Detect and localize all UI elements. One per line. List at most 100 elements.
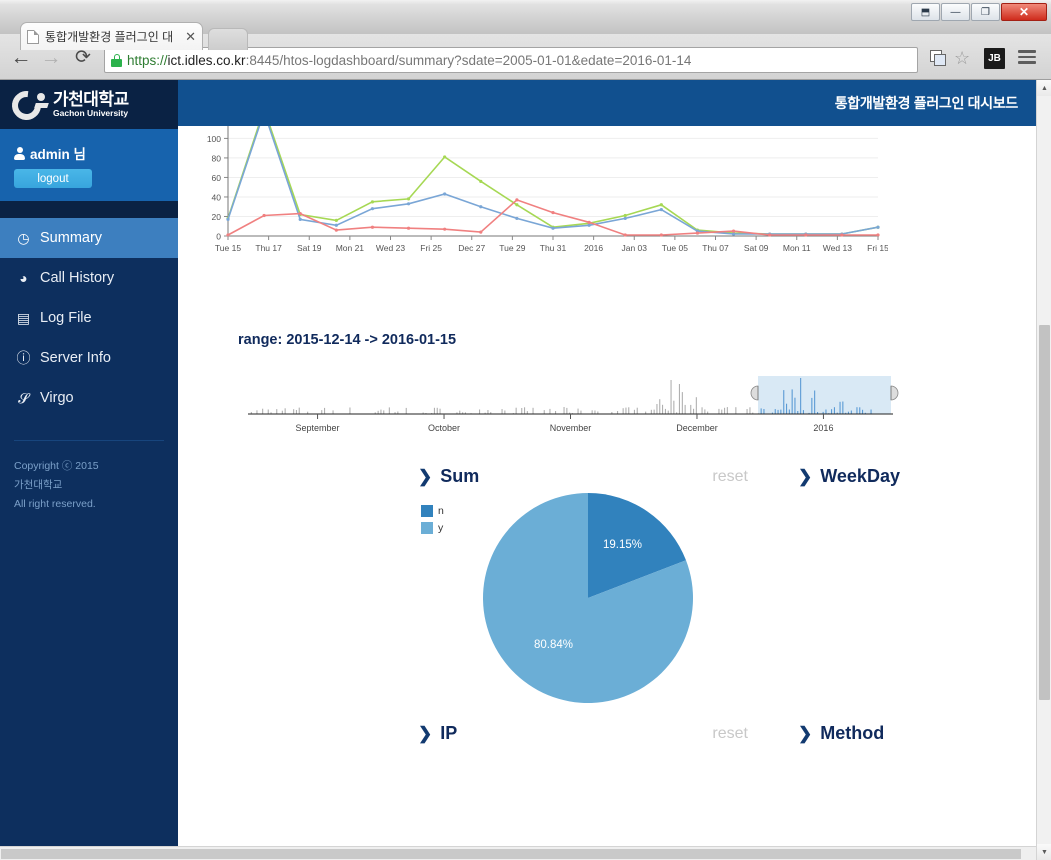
daily-line-chart[interactable]: 0 20 40 60 80 100 Tue 15 Thu 17 Sat 19 Mon 21 Wed … [188, 126, 1036, 261]
svg-text:October: October [428, 423, 460, 433]
chevron-right-icon: ❯ [418, 467, 433, 486]
extension-icon[interactable]: JB [984, 48, 1005, 69]
browser-tab[interactable]: 통합개발환경 플러그인 대 ✕ [20, 22, 203, 50]
svg-text:80: 80 [212, 153, 222, 163]
range-label: range: 2015-12-14 -> 2016-01-15 [238, 332, 457, 348]
ip-title: IP [440, 723, 458, 743]
logout-button[interactable]: logout [14, 169, 92, 188]
svg-text:2016: 2016 [813, 423, 833, 433]
tab-close-icon[interactable]: ✕ [185, 30, 196, 43]
brand-logo[interactable]: 가천대학교 Gachon University [0, 80, 178, 129]
tab-title: 통합개발환경 플러그인 대 [45, 29, 174, 44]
scroll-down-icon[interactable]: ▼ [1037, 844, 1051, 860]
method-title: Method [820, 723, 885, 743]
gachon-logo-icon [6, 84, 49, 126]
svg-text:Dec 27: Dec 27 [458, 243, 485, 253]
menu-icon[interactable] [1018, 50, 1036, 67]
page-favicon-icon [27, 29, 39, 44]
window-minimize-button[interactable]: — [941, 3, 970, 21]
ip-panel: ❯ IP reset [418, 723, 748, 744]
timeline-brush[interactable]: September October November December 2016 [228, 374, 908, 449]
method-panel: ❯ Method reset [798, 723, 1036, 744]
svg-text:100: 100 [207, 134, 221, 144]
svg-text:Wed 13: Wed 13 [823, 243, 852, 253]
copyright-line-3: All right reserved. [14, 498, 96, 510]
legend-item[interactable]: n [421, 502, 444, 519]
page-header: 통합개발환경 플러그인 대시보드 [178, 80, 1036, 126]
sidebar-item-server-info[interactable]: ⓘ Server Info [0, 338, 178, 378]
sidebar-spacer [0, 201, 178, 218]
legend-item[interactable]: y [421, 519, 444, 536]
sidebar-item-summary[interactable]: ◷ Summary [0, 218, 178, 258]
copyright-line-1: Copyright ⓒ 2015 [14, 460, 99, 472]
window-controls: ⬒ — ❐ ✕ [911, 3, 1047, 21]
sum-header: ❯ Sum reset [418, 466, 748, 487]
url-scheme: https:// [127, 52, 168, 68]
weekday-title: WeekDay [820, 466, 900, 486]
svg-text:Sat 19: Sat 19 [297, 243, 322, 253]
info-icon: ⓘ [16, 350, 31, 366]
svg-text:80.84%: 80.84% [534, 639, 573, 651]
lock-icon [111, 53, 122, 67]
vertical-scrollbar-thumb[interactable] [1039, 325, 1050, 700]
logo-english-text: Gachon University [53, 107, 129, 118]
copyright-line-2: 가천대학교 [14, 479, 63, 491]
horizontal-scrollbar-thumb[interactable] [1, 849, 1021, 859]
svg-text:Tue 05: Tue 05 [662, 243, 688, 253]
chevron-right-icon: ❯ [418, 724, 433, 743]
address-bar[interactable]: https://ict.idles.co.kr:8445/htos-logdas… [104, 47, 918, 73]
horizontal-scrollbar[interactable] [0, 846, 1036, 860]
sidebar-item-call-history[interactable]: ◕ Call History [0, 258, 178, 298]
scroll-up-icon[interactable]: ▲ [1037, 80, 1051, 96]
file-icon: ▤ [16, 309, 31, 326]
user-name: admin 님 [30, 147, 86, 162]
url-text: https://ict.idles.co.kr:8445/htos-logdas… [127, 53, 691, 68]
bookmark-star-icon[interactable]: ☆ [954, 49, 970, 67]
sidebar-item-label: Server Info [40, 350, 111, 366]
svg-text:Tue 29: Tue 29 [499, 243, 525, 253]
svg-text:September: September [296, 423, 340, 433]
summary-icon: ◷ [17, 229, 30, 246]
sum-legend: n y [421, 502, 444, 536]
svg-text:Sat 09: Sat 09 [744, 243, 769, 253]
ip-header: ❯ IP reset [418, 723, 748, 744]
sidebar-item-label: Call History [40, 270, 115, 286]
clock-icon: ◕ [19, 270, 28, 286]
sidebar-item-virgo[interactable]: 𝓢 Virgo [0, 378, 178, 418]
sidebar: 가천대학교 Gachon University admin 님 logout ◷… [0, 80, 178, 860]
sum-pie-chart[interactable]: 19.15% 80.84% [478, 488, 698, 713]
url-host: ict.idles.co.kr [167, 52, 246, 68]
window-maximize-button[interactable]: ❐ [971, 3, 1000, 21]
translate-icon[interactable] [930, 50, 947, 67]
user-row: admin 님 [14, 143, 178, 163]
dashboard-content: 0 20 40 60 80 100 Tue 15 Thu 17 Sat 19 Mon 21 Wed … [178, 126, 1036, 860]
method-header: ❯ Method reset [798, 723, 1036, 744]
user-icon [14, 146, 25, 160]
svg-text:Thu 17: Thu 17 [255, 243, 282, 253]
logo-korean-text: 가천대학교 [53, 89, 129, 109]
back-icon[interactable]: ← [8, 47, 34, 68]
sum-panel: ❯ Sum reset n y 19.15% 80.84% [418, 466, 748, 703]
weekday-header: ❯ WeekDay reset [798, 466, 1036, 487]
vertical-scrollbar[interactable]: ▲ ▼ [1036, 80, 1051, 860]
new-tab-button[interactable] [208, 28, 248, 50]
window-restore-button[interactable]: ⬒ [911, 3, 940, 21]
svg-text:0: 0 [216, 232, 221, 242]
url-path: :8445/htos-logdashboard/summary?sdate=20… [245, 52, 692, 68]
method-row-chart[interactable] [808, 751, 1036, 860]
weekday-bar-chart[interactable] [798, 488, 1036, 693]
sum-reset-button[interactable]: reset [712, 468, 748, 486]
svg-text:Fri 25: Fri 25 [420, 243, 442, 253]
weekday-panel: ❯ WeekDay reset [798, 466, 1036, 487]
page-viewport: 가천대학교 Gachon University admin 님 logout ◷… [0, 80, 1051, 860]
reload-icon[interactable]: ⟳ [70, 48, 96, 67]
window-close-button[interactable]: ✕ [1001, 3, 1047, 21]
ip-reset-button[interactable]: reset [712, 725, 748, 743]
svg-text:Jan 03: Jan 03 [621, 243, 647, 253]
ip-row-chart[interactable] [428, 751, 728, 860]
sidebar-item-log-file[interactable]: ▤ Log File [0, 298, 178, 338]
svg-text:November: November [550, 423, 592, 433]
svg-text:60: 60 [212, 173, 222, 183]
page-title: 통합개발환경 플러그인 대시보드 [834, 95, 1019, 111]
user-panel: admin 님 logout [0, 129, 178, 201]
